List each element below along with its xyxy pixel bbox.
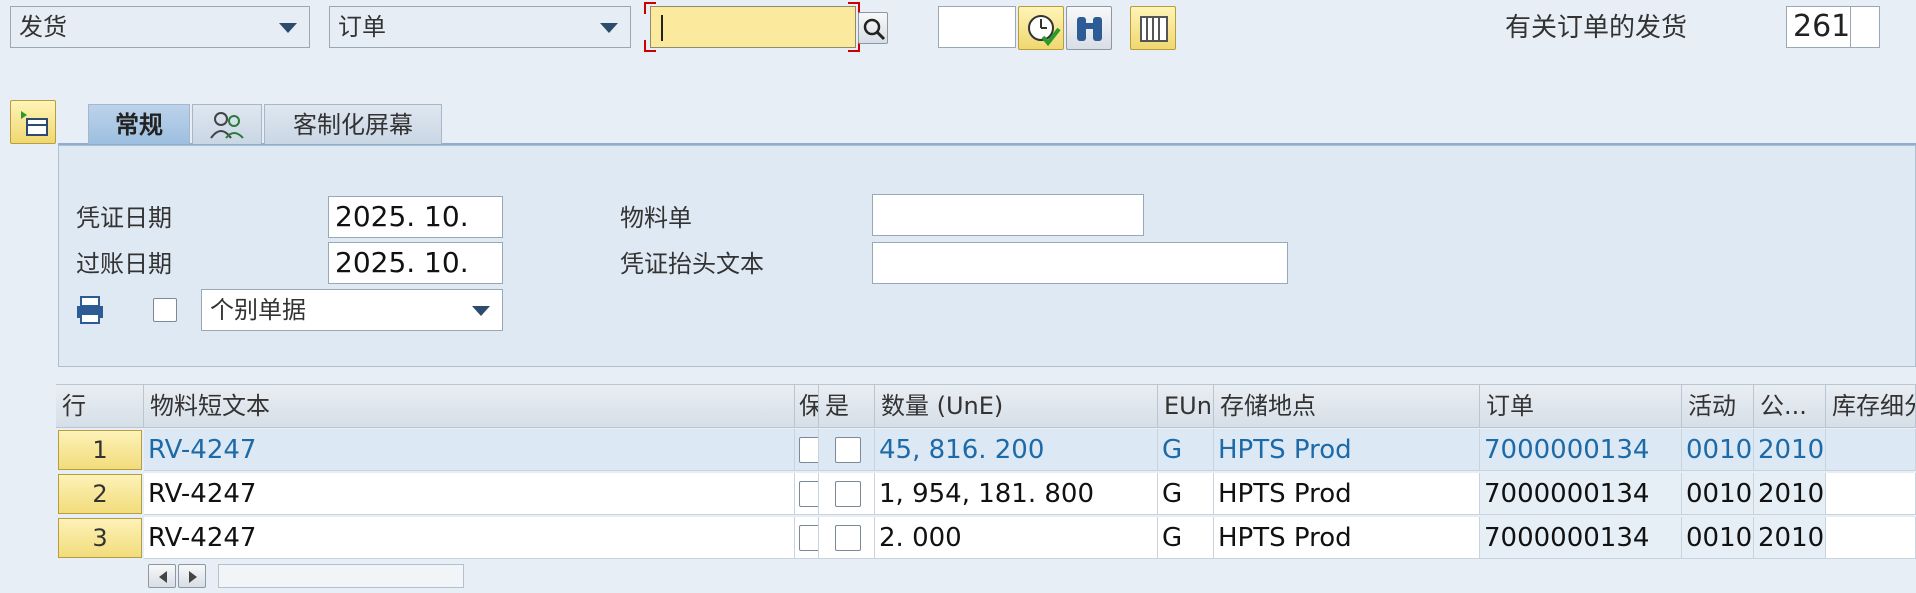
posting-date-field[interactable]: 2025. 10. 21 [328, 242, 503, 319]
search-help-button[interactable] [858, 12, 888, 44]
users-icon [210, 112, 244, 139]
chevron-down-icon [472, 306, 490, 316]
order-cell[interactable]: 7000000134 [1480, 429, 1682, 471]
column-header[interactable]: 物料短文本 [144, 385, 795, 427]
reference-select-value: 订单 [338, 13, 386, 41]
chevron-left-icon [159, 571, 167, 583]
column-header[interactable]: EUn [1158, 385, 1214, 427]
movement-type-input[interactable]: 261 [1786, 6, 1852, 48]
checkbox[interactable] [835, 481, 861, 507]
unit-cell[interactable]: G [1158, 429, 1214, 471]
movement-type-label: 有关订单的发货 [1505, 13, 1688, 43]
material-cell[interactable]: RV-4247 [144, 429, 795, 471]
bill-of-material-label: 物料单 [620, 204, 692, 232]
quantity-cell[interactable]: 2. 000 [875, 517, 1158, 559]
order-cell[interactable]: 7000000134 [1480, 473, 1682, 515]
chevron-down-icon [279, 23, 297, 33]
header-text-label: 凭证抬头文本 [620, 250, 764, 278]
activity-cell[interactable]: 0010 [1682, 517, 1754, 559]
quantity-cell[interactable]: 45, 816. 200 [875, 429, 1158, 471]
search-icon [863, 18, 886, 41]
checkbox[interactable] [835, 437, 861, 463]
checkbox[interactable] [799, 481, 818, 507]
item-input[interactable] [938, 6, 1016, 48]
column-header[interactable]: 行 [56, 385, 144, 427]
action-select[interactable]: 发货 [10, 6, 310, 48]
material-cell[interactable]: RV-4247 [144, 473, 795, 515]
activity-cell[interactable]: 0010 [1682, 473, 1754, 515]
column-header[interactable]: 保 [795, 385, 819, 427]
material-cell[interactable]: RV-4247 [144, 517, 795, 559]
chevron-right-icon [189, 571, 197, 583]
scroll-right-button[interactable] [178, 564, 206, 588]
stock-cell[interactable] [1826, 429, 1916, 471]
header-text-field[interactable] [872, 242, 1288, 284]
column-header[interactable]: 公... [1754, 385, 1826, 427]
print-version-select[interactable]: 个别单据 [201, 289, 503, 331]
storage-location-cell[interactable]: HPTS Prod [1214, 517, 1480, 559]
toggle-detail-button[interactable] [10, 100, 56, 144]
printer-icon[interactable] [74, 294, 106, 326]
binoculars-icon [1077, 17, 1102, 41]
movement-type-extra-input[interactable] [1850, 6, 1880, 48]
reference-number-input[interactable] [650, 6, 856, 48]
storage-location-cell[interactable]: HPTS Prod [1214, 429, 1480, 471]
column-header[interactable]: 数量 (UnE) [875, 385, 1158, 427]
document-date-label: 凭证日期 [76, 204, 172, 232]
table-layout-icon [1140, 16, 1168, 42]
focus-bracket [644, 40, 656, 52]
stock-cell[interactable] [1826, 473, 1916, 515]
bill-of-material-field[interactable] [872, 194, 1144, 236]
layout-button[interactable] [1130, 6, 1176, 50]
text-caret [661, 15, 663, 41]
scroll-left-button[interactable] [148, 564, 176, 588]
chevron-down-icon [600, 23, 618, 33]
unit-cell[interactable]: G [1158, 517, 1214, 559]
row-selector[interactable]: 3 [58, 518, 142, 558]
column-header[interactable]: 订单 [1480, 385, 1682, 427]
posting-date-label: 过账日期 [76, 250, 172, 278]
clock-check-icon [1028, 15, 1061, 47]
column-header[interactable]: 库存细分 [1826, 385, 1916, 427]
checkbox[interactable] [799, 525, 818, 551]
checkbox-cell [795, 473, 819, 515]
checkbox-cell [819, 517, 875, 559]
checkbox-cell [795, 517, 819, 559]
checkbox-cell [819, 429, 875, 471]
quantity-cell[interactable]: 1, 954, 181. 800 [875, 473, 1158, 515]
document-date-field[interactable]: 2025. 10. 21 [328, 196, 503, 273]
company-cell[interactable]: 2010 [1754, 473, 1826, 515]
tab-custom-screen[interactable]: 客制化屏幕 [264, 104, 442, 144]
tab-general[interactable]: 常规 [88, 104, 190, 144]
column-header[interactable]: 存储地点 [1214, 385, 1480, 427]
stock-cell[interactable] [1826, 517, 1916, 559]
storage-location-cell[interactable]: HPTS Prod [1214, 473, 1480, 515]
checkbox-cell [795, 429, 819, 471]
print-checkbox[interactable] [153, 298, 177, 322]
row-selector[interactable]: 1 [58, 430, 142, 470]
company-cell[interactable]: 2010 [1754, 429, 1826, 471]
row-selector[interactable]: 2 [58, 474, 142, 514]
reference-select[interactable]: 订单 [329, 6, 631, 48]
column-header[interactable]: 是 [819, 385, 875, 427]
column-header[interactable]: 活动 [1682, 385, 1754, 427]
tab-partners[interactable] [192, 104, 262, 144]
checkbox[interactable] [799, 437, 818, 463]
execute-button[interactable] [1018, 6, 1064, 50]
unit-cell[interactable]: G [1158, 473, 1214, 515]
checkbox-cell [819, 473, 875, 515]
checkbox[interactable] [835, 525, 861, 551]
focus-bracket [644, 2, 656, 14]
order-cell[interactable]: 7000000134 [1480, 517, 1682, 559]
find-button[interactable] [1066, 6, 1112, 50]
action-select-value: 发货 [19, 13, 67, 41]
activity-cell[interactable]: 0010 [1682, 429, 1754, 471]
tree-toggle-icon [21, 111, 48, 136]
scrollbar-thumb[interactable] [218, 564, 464, 588]
company-cell[interactable]: 2010 [1754, 517, 1826, 559]
